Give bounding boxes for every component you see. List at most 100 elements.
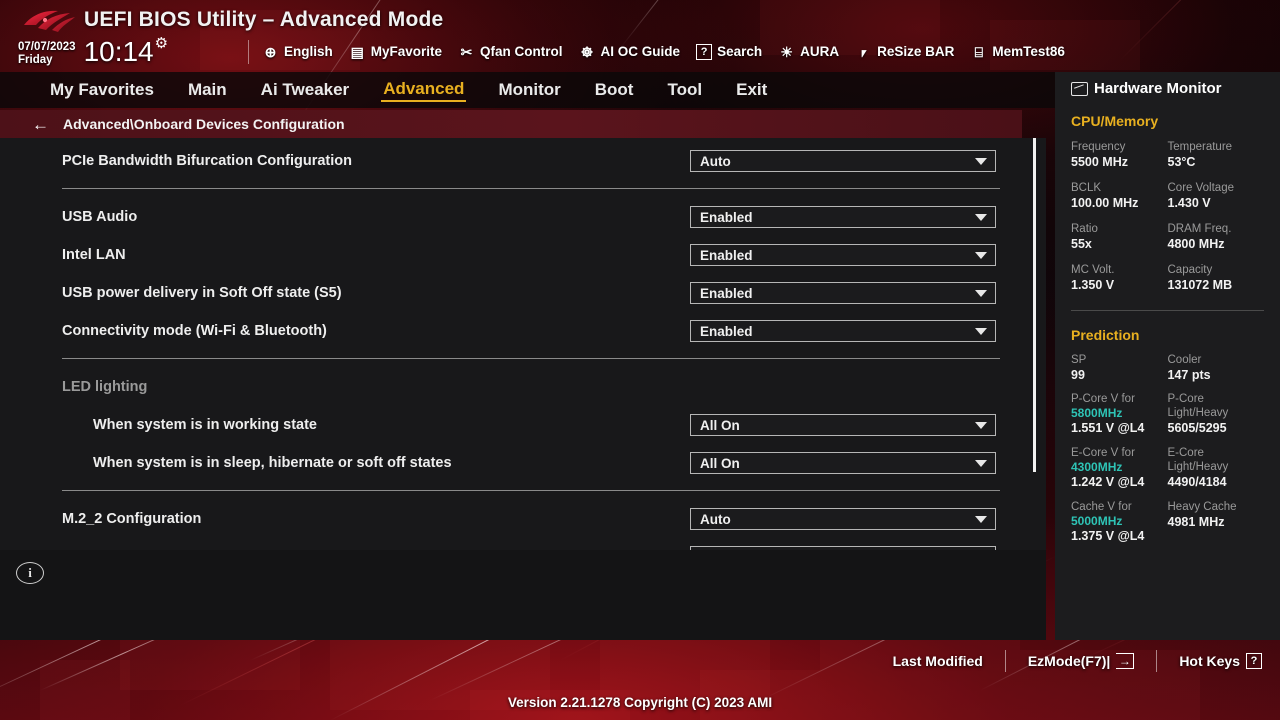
ezmode-label: EzMode(F7)| — [1027, 653, 1111, 669]
info-icon[interactable]: i — [16, 562, 44, 584]
prediction-sp: SP 99 — [1071, 353, 1168, 383]
header-tool-myfavorite[interactable]: ▤ MyFavorite — [349, 43, 442, 60]
tab-exit[interactable]: Exit — [734, 79, 769, 101]
tab-label: Monitor — [498, 80, 561, 99]
chevron-down-icon — [975, 421, 987, 429]
tab-boot[interactable]: Boot — [593, 79, 636, 101]
settings-dropdown-value: Enabled — [700, 285, 753, 301]
gear-icon[interactable]: ⚙ — [155, 34, 168, 52]
hw-metric-value: 55x — [1071, 237, 1092, 251]
settings-dropdown[interactable]: Enabled — [690, 244, 996, 266]
cache-key-line2: 5000MHz — [1071, 514, 1123, 528]
hw-metric-pair: MC Volt. 1.350 V Capacity 131072 MB — [1071, 263, 1264, 293]
memtest-icon: ⌸ — [974, 43, 984, 60]
settings-section-header: LED lighting — [0, 368, 1000, 406]
breadcrumb-path: Advanced\Onboard Devices Configuration — [63, 116, 345, 132]
header-bar: UEFI BIOS Utility – Advanced Mode 07/07/… — [0, 0, 1280, 72]
back-arrow-icon[interactable]: ← — [32, 116, 49, 133]
settings-row[interactable]: When system is in working state All On — [0, 406, 1000, 444]
hw-metric-value: 1.350 V — [1071, 278, 1115, 292]
settings-scrollbar[interactable] — [1033, 138, 1036, 472]
breadcrumb: ← Advanced\Onboard Devices Configuration — [0, 110, 1022, 138]
settings-dropdown[interactable]: Enabled — [690, 206, 996, 228]
header-tool-label: AURA — [800, 44, 840, 59]
hotkeys-button[interactable]: Hot Keys ? — [1179, 653, 1262, 669]
hw-metric-pair: Frequency 5500 MHz Temperature 53°C — [1071, 140, 1264, 170]
footer-divider-1 — [1004, 650, 1006, 672]
tab-label: Tool — [667, 80, 703, 99]
pcore-lightheavy: P-Core Light/Heavy 5605/5295 — [1168, 392, 1265, 436]
hw-metric-key: MC Volt. — [1071, 264, 1115, 276]
info-panel: i — [0, 550, 1046, 640]
header-tool-ai-oc-guide[interactable]: ☸ AI OC Guide — [579, 43, 680, 60]
last-modified-button[interactable]: Last Modified — [893, 653, 983, 669]
pcore-key-line2: 5800MHz — [1071, 406, 1123, 420]
pcore-right-line2: Light/Heavy — [1167, 407, 1229, 419]
header-tool-aura[interactable]: ☀ AURA — [778, 43, 839, 60]
chevron-down-icon — [975, 213, 987, 221]
heavy-cache-key: Heavy Cache — [1167, 501, 1237, 513]
settings-row[interactable]: When system is in sleep, hibernate or so… — [0, 444, 1000, 482]
page-title: UEFI BIOS Utility – Advanced Mode — [84, 8, 444, 31]
settings-row[interactable]: USB Audio Enabled — [0, 198, 1000, 236]
pcore-right-value: 5605/5295 — [1167, 421, 1227, 435]
hw-metric-key: Capacity — [1167, 264, 1213, 276]
header-tool-memtest86[interactable]: ⌸ MemTest86 — [970, 43, 1065, 60]
hotkeys-label: Hot Keys — [1179, 653, 1240, 669]
ecore-lightheavy: E-Core Light/Heavy 4490/4184 — [1168, 446, 1265, 490]
settings-dropdown-value: All On — [700, 455, 740, 471]
prediction-section-title: Prediction — [1071, 327, 1140, 343]
date-text: 07/07/2023 — [18, 41, 76, 53]
tab-advanced[interactable]: Advanced — [381, 78, 467, 102]
nav-tabs: My Favorites Main Ai Tweaker Advanced Monito… — [0, 72, 1055, 108]
settings-list: PCIe Bandwidth Bifurcation Configuration… — [0, 138, 1046, 568]
header-tool-english[interactable]: ⊕ English — [262, 43, 333, 60]
settings-dropdown[interactable]: All On — [690, 414, 996, 436]
tab-ai-tweaker[interactable]: Ai Tweaker — [259, 79, 352, 101]
settings-dropdown-value: Auto — [700, 153, 731, 169]
settings-row[interactable]: Intel LAN Enabled — [0, 236, 1000, 274]
tab-monitor[interactable]: Monitor — [496, 79, 562, 101]
ecore-right-line1: E-Core — [1167, 447, 1204, 459]
header-divider — [248, 40, 249, 64]
brain-icon: ☸ — [580, 43, 594, 60]
settings-row[interactable]: PCIe Bandwidth Bifurcation Configuration… — [0, 142, 1000, 180]
prediction-pcore: P-Core V for 5800MHz 1.551 V @L4 P-Core … — [1071, 392, 1264, 436]
ecore-right-line2: Light/Heavy — [1167, 461, 1229, 473]
settings-dropdown[interactable]: Enabled — [690, 320, 996, 342]
hw-metric-value: 4800 MHz — [1167, 237, 1225, 251]
settings-dropdown[interactable]: Auto — [690, 508, 996, 530]
settings-dropdown[interactable]: All On — [690, 452, 996, 474]
bios-screen: UEFI BIOS Utility – Advanced Mode 07/07/… — [0, 0, 1280, 720]
tab-my-favorites[interactable]: My Favorites — [48, 79, 156, 101]
settings-row-label: LED lighting — [62, 379, 148, 395]
ezmode-button[interactable]: EzMode(F7)| — [1027, 653, 1135, 669]
header-tool-label: ReSize BAR — [877, 44, 955, 59]
ecore-voltage: E-Core V for 4300MHz 1.242 V @L4 — [1071, 446, 1168, 490]
header-tool-resize-bar[interactable]: ⎖ ReSize BAR — [855, 43, 954, 60]
tab-tool[interactable]: Tool — [665, 79, 704, 101]
tab-main[interactable]: Main — [186, 79, 229, 101]
settings-divider — [62, 188, 1000, 189]
ecore-key-line1: E-Core V for — [1071, 447, 1135, 459]
tab-label: Main — [187, 80, 227, 99]
tab-label: Ai Tweaker — [260, 80, 350, 99]
header-tool-qfan-control[interactable]: ✂ Qfan Control — [458, 43, 563, 60]
settings-panel: PCIe Bandwidth Bifurcation Configuration… — [0, 138, 1046, 568]
settings-dropdown[interactable]: Enabled — [690, 282, 996, 304]
settings-divider — [62, 358, 1000, 359]
settings-row[interactable]: Connectivity mode (Wi-Fi & Bluetooth) Ena… — [0, 312, 1000, 350]
settings-dropdown[interactable]: Auto — [690, 150, 996, 172]
hw-metric: Capacity 131072 MB — [1168, 263, 1265, 293]
settings-row[interactable]: USB power delivery in Soft Off state (S5… — [0, 274, 1000, 312]
list-icon: ▤ — [350, 43, 364, 60]
hardware-monitor-sidebar: Hardware Monitor CPU/Memory Frequency 550… — [1055, 72, 1280, 640]
settings-row[interactable]: M.2_2 Configuration Auto — [0, 500, 1000, 538]
version-text: Version 2.21.1278 Copyright (C) 2023 AMI — [507, 695, 773, 710]
header-tool-search[interactable]: ? Search — [696, 43, 762, 60]
hw-metric-value: 53°C — [1167, 155, 1196, 169]
cpu-memory-section-title: CPU/Memory — [1071, 113, 1159, 129]
prediction-ecore: E-Core V for 4300MHz 1.242 V @L4 E-Core … — [1071, 446, 1264, 490]
hw-metric: BCLK 100.00 MHz — [1071, 181, 1168, 211]
settings-row-label: When system is in sleep, hibernate or so… — [93, 455, 452, 471]
